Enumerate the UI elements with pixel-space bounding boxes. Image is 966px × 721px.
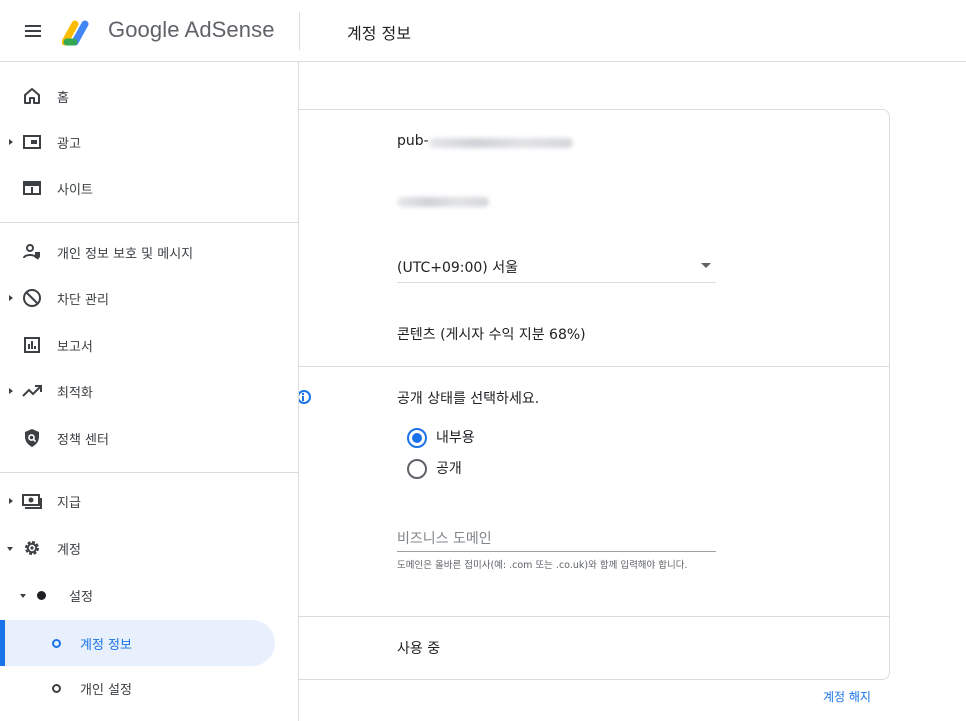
caret-right-icon[interactable] (9, 295, 13, 301)
sidebar-item-privacy[interactable]: 개인 정보 보호 및 메시지 (0, 232, 299, 272)
radio-public-label[interactable]: 공개 (436, 458, 462, 478)
reports-icon (24, 337, 40, 353)
sidebar-item-label: 최적화 (57, 386, 93, 401)
home-icon (24, 88, 40, 104)
sidebar-item-label: 설정 (69, 590, 93, 605)
page-title: 계정 정보 (347, 24, 411, 43)
sidebar-item-personal-settings[interactable]: 개인 설정 (0, 668, 299, 708)
account-info-card: pub- (UTC+09:00) 서울 콘텐츠 (게시자 수익 지분 68%) … (200, 109, 890, 680)
sidebar-item-label: 개인 설정 (80, 683, 132, 698)
sidebar-item-reports[interactable]: 보고서 (0, 325, 299, 365)
timezone-select[interactable]: (UTC+09:00) 서울 (397, 257, 518, 277)
sidebar-item-ads[interactable]: 광고 (0, 122, 299, 162)
close-account-link[interactable]: 계정 해지 (823, 688, 871, 705)
sidebar: 홈 광고 사이트 개인 정보 보호 및 메시지 차단 관리 보고서 최적화 정책… (0, 62, 299, 721)
customer-id-redacted (397, 197, 489, 207)
business-domain-underline (397, 551, 716, 552)
sidebar-item-label: 보고서 (57, 340, 93, 355)
sidebar-item-label: 개인 정보 보호 및 메시지 (57, 247, 194, 262)
trending-icon (22, 385, 42, 397)
sidebar-item-optimization[interactable]: 최적화 (0, 371, 299, 411)
caret-right-icon[interactable] (9, 388, 13, 394)
sidebar-item-payments[interactable]: 지급 (0, 481, 299, 521)
account-status: 사용 중 (397, 641, 441, 657)
sidebar-item-label: 홈 (57, 91, 69, 106)
sidebar-item-home[interactable]: 홈 (0, 76, 299, 116)
business-domain-input[interactable]: 비즈니스 도메인 (397, 528, 492, 548)
sidebar-item-label: 광고 (57, 137, 81, 152)
sidebar-item-sites[interactable]: 사이트 (0, 168, 299, 208)
logo-text[interactable]: Google AdSense (108, 17, 275, 43)
info-icon[interactable] (297, 390, 311, 404)
caret-down-icon[interactable] (7, 547, 13, 551)
gear-icon (25, 541, 39, 555)
timezone-select-underline (397, 282, 716, 283)
sidebar-divider (0, 222, 299, 223)
radio-public[interactable] (407, 459, 427, 479)
top-header: Google AdSense 계정 정보 (0, 0, 966, 62)
caret-down-icon[interactable] (20, 594, 26, 598)
chevron-down-icon[interactable] (701, 263, 711, 268)
dot-ring-icon (52, 639, 61, 648)
sidebar-item-label: 사이트 (57, 183, 93, 198)
adsense-logo-icon[interactable] (62, 18, 98, 46)
privacy-icon (23, 244, 40, 260)
sidebar-item-account[interactable]: 계정 (0, 528, 299, 568)
sidebar-item-settings[interactable]: 설정 (0, 575, 299, 615)
sidebar-item-account-info[interactable]: 계정 정보 (0, 623, 299, 663)
publisher-id-prefix: pub- (397, 133, 429, 149)
radio-internal[interactable] (407, 428, 427, 448)
sidebar-item-policy-center[interactable]: 정책 센터 (0, 418, 299, 458)
sidebar-item-label: 지급 (57, 496, 81, 511)
sidebar-item-label: 계정 정보 (80, 638, 132, 653)
policy-shield-icon (25, 429, 39, 447)
radio-internal-label[interactable]: 내부용 (436, 427, 475, 447)
business-domain-helper: 도메인은 올바른 접미사(예: .com 또는 .co.uk)와 함께 입력해야… (397, 560, 688, 571)
card-divider (201, 616, 889, 617)
header-divider (299, 12, 300, 50)
caret-right-icon[interactable] (9, 498, 13, 504)
publisher-id-redacted (429, 138, 573, 148)
dot-ring-icon (52, 684, 61, 693)
payments-icon (22, 494, 42, 509)
sidebar-item-label: 계정 (57, 543, 81, 558)
block-icon (23, 289, 41, 307)
hamburger-menu-icon[interactable] (22, 20, 44, 42)
sidebar-item-label: 정책 센터 (57, 433, 109, 448)
ads-icon (23, 135, 41, 149)
dot-filled-icon (37, 591, 46, 600)
caret-right-icon[interactable] (9, 139, 13, 145)
sites-icon (23, 181, 41, 195)
sidebar-item-blocking[interactable]: 차단 관리 (0, 278, 299, 318)
visibility-prompt: 공개 상태를 선택하세요. (397, 391, 540, 407)
sidebar-item-label: 차단 관리 (57, 293, 109, 308)
card-divider (201, 366, 889, 367)
sidebar-divider (0, 472, 299, 473)
product-value: 콘텐츠 (게시자 수익 지분 68%) (397, 327, 586, 343)
